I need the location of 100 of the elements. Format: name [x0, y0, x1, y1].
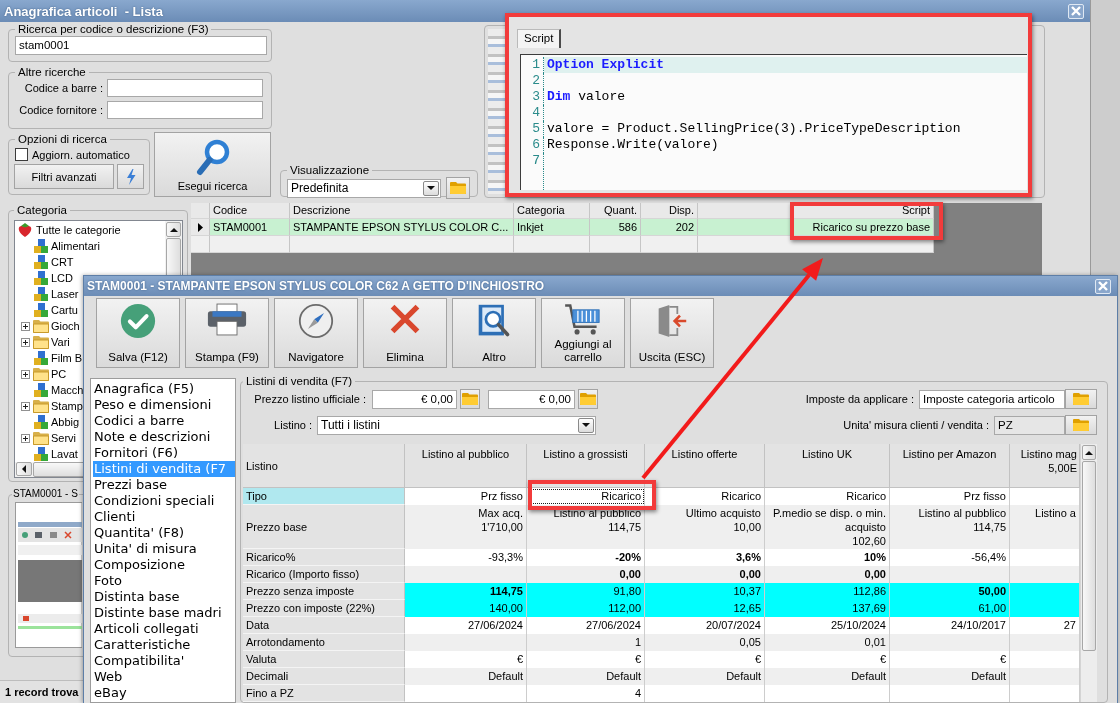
section-item[interactable]: Web: [93, 669, 235, 685]
row-header[interactable]: Prezzo base: [243, 505, 405, 549]
result-row[interactable]: STAM0001 STAMPANTE EPSON STYLUS COLOR C... Inkjet 586 202 Ricarico su prezzo base: [191, 219, 934, 236]
section-item[interactable]: Distinte base madri: [93, 605, 235, 621]
table-cell: Default: [765, 668, 890, 685]
folder-button[interactable]: [1065, 389, 1097, 409]
column-header[interactable]: Codice: [210, 203, 290, 219]
tree-item[interactable]: PC: [51, 368, 67, 380]
price-field[interactable]: € 0,00: [372, 389, 457, 409]
plus-box-icon[interactable]: [20, 401, 30, 411]
tree-item[interactable]: Tutte le categorie: [36, 224, 121, 236]
toolbar-button[interactable]: Aggiungi al carrello: [541, 298, 625, 368]
section-item[interactable]: Unita' di misura: [93, 541, 235, 557]
tree-item[interactable]: Alimentari: [51, 240, 100, 252]
toolbar-button[interactable]: Altro: [452, 298, 536, 368]
line-number: 4: [532, 105, 540, 121]
section-item[interactable]: Anagrafica (F5): [93, 381, 235, 397]
folder-button[interactable]: [446, 177, 470, 199]
folder-button[interactable]: [460, 389, 480, 409]
code-line: Response.Write(valore): [547, 137, 719, 153]
section-item[interactable]: Foto: [93, 573, 235, 589]
scroll-up-button[interactable]: [166, 222, 181, 237]
row-header[interactable]: Prezzo con imposte (22%): [243, 600, 405, 617]
tree-item[interactable]: Lavat: [51, 448, 78, 460]
search-field[interactable]: stam0001: [15, 36, 267, 55]
plus-box-icon[interactable]: [20, 369, 30, 379]
filters-button[interactable]: Filtri avanzati: [14, 164, 114, 189]
row-header[interactable]: Tipo: [243, 488, 405, 505]
tree-item[interactable]: Servi: [51, 432, 77, 444]
section-item[interactable]: Quantita' (F8): [93, 525, 235, 541]
section-item[interactable]: Compatibilita': [93, 653, 235, 669]
toolbar-button[interactable]: Stampa (F9): [185, 298, 269, 368]
lightning-button[interactable]: [117, 164, 144, 189]
price-list-dropdown[interactable]: Tutti i listini: [317, 415, 596, 435]
price-field[interactable]: € 0,00: [488, 389, 575, 409]
table-cell: Ultimo acquisto 10,00: [645, 505, 765, 549]
section-item[interactable]: Composizione: [93, 557, 235, 573]
run-search-button[interactable]: Esegui ricerca: [154, 132, 271, 197]
row-header[interactable]: Prezzo senza imposte: [243, 583, 405, 600]
section-item[interactable]: Codici a barre: [93, 413, 235, 429]
plus-box-icon[interactable]: [20, 321, 30, 331]
plus-box-icon[interactable]: [20, 337, 30, 347]
table-cell: Listino al pubblico 114,75: [890, 505, 1010, 549]
tree-item[interactable]: Stamp: [51, 400, 83, 412]
row-header[interactable]: Fino a PZ: [243, 685, 405, 702]
section-item[interactable]: Articoli collegati: [93, 621, 235, 637]
row-header[interactable]: Valuta: [243, 651, 405, 668]
scroll-thumb[interactable]: [1082, 461, 1096, 651]
tree-item[interactable]: CRT: [51, 256, 74, 268]
tab[interactable]: Script: [517, 29, 562, 48]
folder-button[interactable]: [578, 389, 598, 409]
row-header[interactable]: Data: [243, 617, 405, 634]
tree-item[interactable]: Gioch: [51, 320, 80, 332]
plus-box-icon[interactable]: [20, 433, 30, 443]
tree-item[interactable]: Cartu: [51, 304, 78, 316]
tree-item[interactable]: LCD: [51, 272, 73, 284]
tree-item[interactable]: Vari: [51, 336, 70, 348]
table-cell: 0,05: [645, 634, 765, 651]
code-editor[interactable]: 1 Option Explicit 2 3 Dim valore 4 5 valore = Product.SellingPrice(3).PriceTypeDescription 6 Response.Write(valore) 7: [520, 54, 1027, 190]
tree-item[interactable]: Abbig: [51, 416, 80, 428]
scroll-up-button[interactable]: [1082, 445, 1096, 460]
toolbar-button[interactable]: Salva (F12): [96, 298, 180, 368]
toolbar-button[interactable]: Uscita (ESC): [630, 298, 714, 368]
section-item[interactable]: Prezzi base: [93, 477, 235, 493]
row-header[interactable]: Ricarico%: [243, 549, 405, 566]
section-item[interactable]: Clienti: [93, 509, 235, 525]
input-field[interactable]: [107, 79, 263, 97]
column-header[interactable]: Disp.: [641, 203, 698, 219]
tree-item[interactable]: Macch: [51, 384, 84, 396]
table-cell: Default: [527, 668, 645, 685]
column-header[interactable]: Categoria: [514, 203, 590, 219]
input-field[interactable]: [107, 101, 263, 119]
section-item[interactable]: Condizioni speciali: [93, 493, 235, 509]
table-cell: STAMPANTE EPSON STYLUS COLOR C...: [290, 219, 514, 236]
section-item[interactable]: Peso e dimensioni: [93, 397, 235, 413]
taxes-field[interactable]: Imposte categoria articolo: [919, 389, 1065, 409]
lightning-icon: [125, 168, 136, 185]
column-header[interactable]: Quant.: [590, 203, 641, 219]
section-item[interactable]: Caratteristiche: [93, 637, 235, 653]
section-item[interactable]: Distinta base: [93, 589, 235, 605]
toolbar-button[interactable]: Elimina: [363, 298, 447, 368]
section-item[interactable]: eBay: [93, 685, 235, 701]
tree-item[interactable]: Film B: [51, 352, 83, 364]
section-item[interactable]: Fornitori (F6): [93, 445, 235, 461]
checkbox[interactable]: [15, 148, 28, 161]
toolbar-button[interactable]: Navigatore: [274, 298, 358, 368]
close-button[interactable]: [1095, 278, 1111, 294]
close-button[interactable]: [1068, 3, 1084, 19]
field-label: Listino :: [273, 419, 312, 431]
section-item[interactable]: Note e descrizioni: [93, 429, 235, 445]
tree-item[interactable]: Laser: [51, 288, 79, 300]
line-number: 5: [532, 121, 540, 137]
column-header[interactable]: Descrizione: [290, 203, 514, 219]
row-header[interactable]: Decimali: [243, 668, 405, 685]
folder-button[interactable]: [1065, 415, 1097, 435]
row-header[interactable]: Arrotondamento: [243, 634, 405, 651]
scroll-left-button[interactable]: [16, 462, 32, 476]
table-cell: 1: [527, 634, 645, 651]
view-dropdown[interactable]: Predefinita: [287, 178, 441, 198]
row-header[interactable]: Ricarico (Importo fisso): [243, 566, 405, 583]
